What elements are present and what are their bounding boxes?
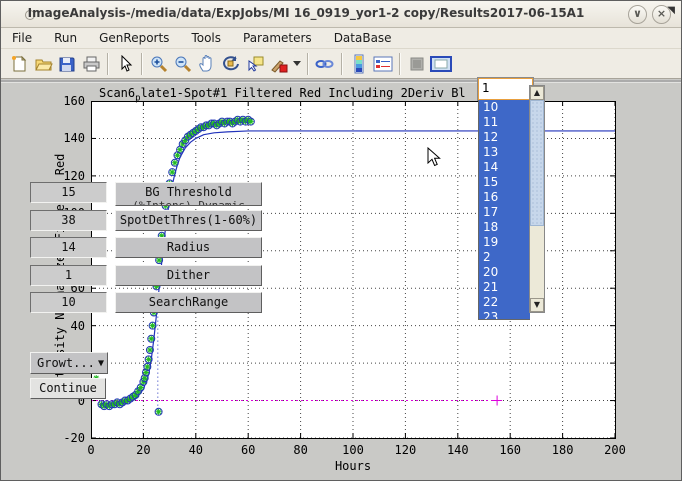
searchrange-field[interactable]: 10 — [30, 292, 107, 313]
new-file-icon[interactable] — [7, 53, 31, 75]
x-tick-label-100: 100 — [336, 443, 370, 457]
x-tick-label-160: 160 — [493, 443, 527, 457]
spotdetthres-field[interactable]: 38 — [30, 210, 107, 231]
zoom-out-icon[interactable] — [171, 53, 195, 75]
mouse-cursor — [427, 147, 441, 168]
dropdown-item-11[interactable]: 11 — [479, 115, 530, 130]
zoom-in-icon[interactable] — [147, 53, 171, 75]
dropdown-scrollbar[interactable]: ▲ ▼ — [529, 85, 545, 313]
brush-dropdown-icon[interactable] — [291, 53, 303, 75]
figure-area: Scan6plate1-Spot#1 Filtered Red Includin… — [1, 83, 681, 480]
colorbar-icon[interactable] — [347, 53, 371, 75]
dropdown-item-20[interactable]: 20 — [479, 265, 530, 280]
y-tick-label-160: 160 — [55, 94, 85, 108]
spotdetthres-button[interactable]: SpotDetThres(1-60%) — [115, 210, 262, 231]
y-tick-label-140: 140 — [55, 131, 85, 145]
x-tick-label-80: 80 — [284, 443, 318, 457]
x-tick-label-20: 20 — [126, 443, 160, 457]
x-tick-label-40: 40 — [179, 443, 213, 457]
x-tick-label-180: 180 — [546, 443, 580, 457]
menubar-overflow-icon[interactable]: ◥ — [667, 5, 675, 16]
scrollbar-trough[interactable] — [530, 226, 544, 298]
toolbar-separator — [107, 53, 109, 75]
dropdown-selected-value[interactable]: 1 — [478, 78, 533, 100]
bg-threshold-sublabel: (%Intens) Dynamic — [116, 199, 261, 206]
dropdown-item-14[interactable]: 14 — [479, 160, 530, 175]
y-tick-label-120: 120 — [55, 169, 85, 183]
x-tick-label-120: 120 — [388, 443, 422, 457]
x-tick-label-0: 0 — [74, 443, 108, 457]
brush-icon[interactable] — [267, 53, 291, 75]
plot-title: Scan6plate1-Spot#1 Filtered Red Includin… — [99, 86, 466, 103]
rotate-3d-icon[interactable] — [219, 53, 243, 75]
toolbar-separator — [341, 53, 343, 75]
pointer-icon[interactable] — [113, 53, 137, 75]
menu-item-file[interactable]: File — [1, 29, 43, 47]
dither-button[interactable]: Dither — [115, 265, 262, 286]
x-tick-label-140: 140 — [441, 443, 475, 457]
radius-field[interactable]: 14 — [30, 237, 107, 258]
dropdown-item-22[interactable]: 22 — [479, 295, 530, 310]
scroll-down-icon[interactable]: ▼ — [530, 298, 544, 312]
toolbar-separator — [399, 53, 401, 75]
scrollbar-thumb[interactable] — [530, 100, 544, 226]
print-icon[interactable] — [79, 53, 103, 75]
x-axis-label: Hours — [323, 459, 383, 473]
radius-button[interactable]: Radius — [115, 237, 262, 258]
dropdown-item-15[interactable]: 15 — [479, 175, 530, 190]
dropdown-item-23[interactable]: 23 — [479, 310, 530, 320]
menu-item-database[interactable]: DataBase — [323, 29, 403, 47]
growth-mode-popup[interactable]: Growt...▼ — [30, 352, 108, 374]
dropdown-item-12[interactable]: 12 — [479, 130, 530, 145]
dropdown-item-17[interactable]: 17 — [479, 205, 530, 220]
y-tick-label-40: 40 — [55, 319, 85, 333]
toolbar-separator — [141, 53, 143, 75]
show-plot-tools-icon[interactable] — [429, 53, 453, 75]
menu-item-parameters[interactable]: Parameters — [232, 29, 323, 47]
scroll-up-icon[interactable]: ▲ — [530, 86, 544, 100]
dropdown-item-18[interactable]: 18 — [479, 220, 530, 235]
pan-icon[interactable] — [195, 53, 219, 75]
toolbar-separator — [307, 53, 309, 75]
bg-threshold-field[interactable]: 15 — [30, 182, 107, 203]
dither-field[interactable]: 1 — [30, 265, 107, 286]
menu-bar: FileRunGenReportsToolsParametersDataBase — [1, 28, 681, 49]
dropdown-list: 10111213141516171819220212223 — [478, 100, 530, 320]
dropdown-item-21[interactable]: 21 — [479, 280, 530, 295]
disabled-tool-icon — [405, 53, 429, 75]
dropdown-item-16[interactable]: 16 — [479, 190, 530, 205]
menu-item-genreports[interactable]: GenReports — [88, 29, 180, 47]
continue-button[interactable]: Continue — [30, 378, 106, 399]
legend-icon[interactable] — [371, 53, 395, 75]
y-tick-label--20: -20 — [55, 431, 85, 445]
data-cursor-icon[interactable] — [243, 53, 267, 75]
x-tick-label-200: 200 — [598, 443, 632, 457]
link-plot-icon[interactable] — [313, 53, 337, 75]
save-icon[interactable] — [55, 53, 79, 75]
window-title: ImageAnalysis-/media/data/ExpJobs/MI 16_… — [1, 6, 611, 20]
shade-window-button[interactable]: ∨ — [628, 5, 647, 24]
title-bar[interactable]: ImageAnalysis-/media/data/ExpJobs/MI 16_… — [1, 1, 681, 28]
dropdown-item-2[interactable]: 2 — [479, 250, 530, 265]
searchrange-button[interactable]: SearchRange — [115, 292, 262, 313]
toolbar — [1, 49, 681, 79]
dropdown-item-19[interactable]: 19 — [479, 235, 530, 250]
x-tick-label-60: 60 — [231, 443, 265, 457]
dropdown-item-10[interactable]: 10 — [479, 100, 530, 115]
bg-threshold-button[interactable]: BG Threshold(%Intens) Dynamic — [115, 182, 262, 206]
menu-item-run[interactable]: Run — [43, 29, 88, 47]
dropdown-item-13[interactable]: 13 — [479, 145, 530, 160]
popup-caret-icon: ▼ — [98, 354, 104, 374]
menu-item-tools[interactable]: Tools — [180, 29, 232, 47]
app-window: ImageAnalysis-/media/data/ExpJobs/MI 16_… — [0, 0, 682, 481]
open-file-icon[interactable] — [31, 53, 55, 75]
